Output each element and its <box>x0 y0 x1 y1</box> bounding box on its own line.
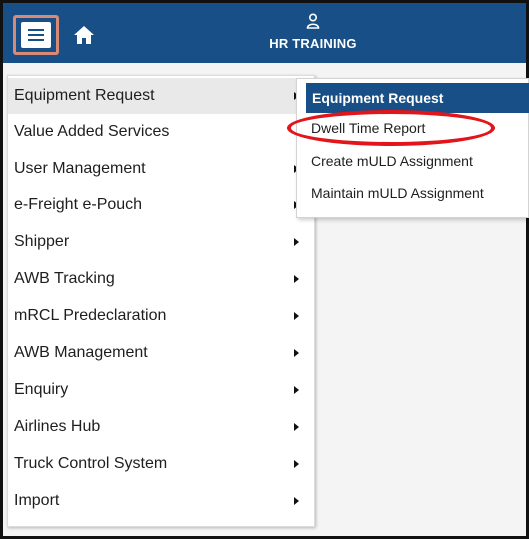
menu-item-label: e-Freight e-Pouch <box>14 196 143 213</box>
menu-item-label: Shipper <box>14 233 70 250</box>
menu-item-label: AWB Management <box>14 344 148 361</box>
menu-item-label: Truck Control System <box>14 455 168 472</box>
menu-item-label: mRCL Predeclaration <box>14 307 167 324</box>
home-icon[interactable] <box>73 25 95 45</box>
menu-item-mrcl-predeclaration[interactable]: mRCL Predeclaration <box>8 298 314 334</box>
menu-item-label: Import <box>14 492 60 509</box>
menu-item-airlines-hub[interactable]: Airlines Hub <box>8 409 314 445</box>
menu-item-awb-management[interactable]: AWB Management <box>8 335 314 371</box>
menu-item-awb-tracking[interactable]: AWB Tracking <box>8 261 314 297</box>
menu-item-label: User Management <box>14 160 146 177</box>
user-block: HR TRAINING <box>243 13 383 51</box>
chevron-right-icon <box>294 238 299 246</box>
chevron-right-icon <box>294 275 299 283</box>
app-title: HR TRAINING <box>269 36 357 51</box>
menu-item-import[interactable]: Import <box>8 483 314 519</box>
submenu-item-maintain-muld-assignment[interactable]: Maintain mULD Assignment <box>311 185 484 201</box>
menu-item-e-freight-e-pouch[interactable]: e-Freight e-Pouch <box>8 187 314 223</box>
chevron-right-icon <box>294 460 299 468</box>
equipment-request-submenu: Equipment Request Dwell Time Report Crea… <box>296 78 529 218</box>
app-header: HR TRAINING <box>3 3 526 63</box>
chevron-right-icon <box>294 423 299 431</box>
menu-item-label: Airlines Hub <box>14 418 101 435</box>
chevron-right-icon <box>294 386 299 394</box>
user-icon[interactable] <box>306 13 320 29</box>
chevron-right-icon <box>294 312 299 320</box>
menu-item-value-added-services[interactable]: Value Added Services <box>8 114 314 150</box>
menu-item-equipment-request[interactable]: Equipment Request <box>8 78 314 114</box>
highlight-annotation-ring <box>287 110 495 146</box>
submenu-header[interactable]: Equipment Request <box>306 83 529 113</box>
menu-item-enquiry[interactable]: Enquiry <box>8 372 314 408</box>
menu-item-shipper[interactable]: Shipper <box>8 224 314 260</box>
menu-item-label: Value Added Services <box>14 123 170 140</box>
menu-toggle-button[interactable] <box>13 15 59 55</box>
menu-item-label: AWB Tracking <box>14 270 115 287</box>
menu-item-truck-control-system[interactable]: Truck Control System <box>8 446 314 482</box>
chevron-right-icon <box>294 349 299 357</box>
chevron-right-icon <box>294 497 299 505</box>
submenu-item-create-muld-assignment[interactable]: Create mULD Assignment <box>311 153 473 169</box>
menu-item-label: Equipment Request <box>14 87 155 104</box>
hamburger-icon <box>21 22 51 48</box>
menu-item-label: Enquiry <box>14 381 69 398</box>
menu-item-user-management[interactable]: User Management <box>8 151 314 187</box>
main-menu: Equipment Request Value Added Services U… <box>7 75 315 527</box>
